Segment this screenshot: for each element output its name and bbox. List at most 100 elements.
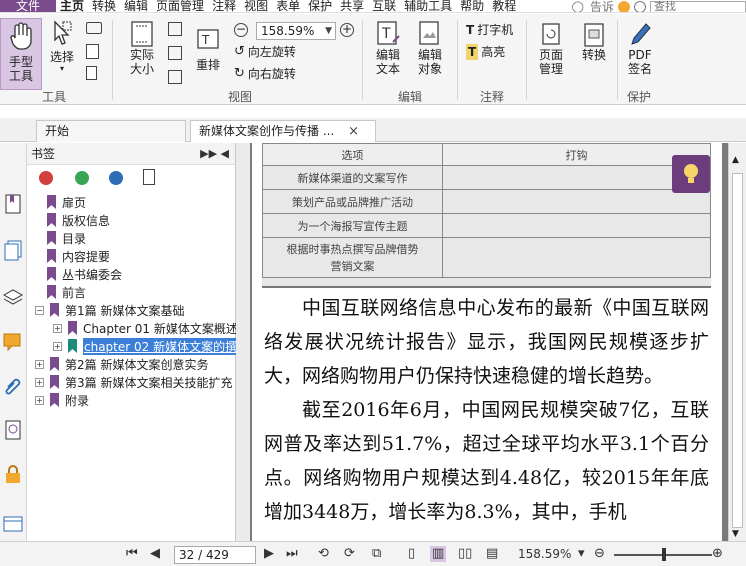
zoom-out-icon[interactable]: − — [234, 23, 248, 37]
zoom-in-icon[interactable]: ⊕ — [712, 546, 723, 562]
clipboard-icon[interactable] — [86, 44, 99, 59]
vertical-scrollbar[interactable]: ▲ ▼ — [728, 143, 746, 541]
bookmark-item[interactable]: + Chapter 01 新媒体文案概述 — [53, 319, 238, 337]
signature-panel-icon[interactable] — [2, 419, 24, 441]
zoom-input[interactable]: 158.59% ▼ — [256, 22, 336, 40]
edit-object-button[interactable]: 编辑 对象 — [410, 20, 450, 76]
menu-comment[interactable]: 注释 — [208, 0, 240, 12]
previous-view-icon[interactable]: ⟲ — [318, 546, 329, 562]
content-panel-icon[interactable] — [2, 513, 24, 535]
scroll-up-icon[interactable]: ▲ — [732, 155, 739, 165]
typewriter-button[interactable]: T 打字机 — [466, 22, 513, 38]
edit-text-button[interactable]: T 编辑 文本 — [370, 20, 406, 76]
menu-help[interactable]: 帮助 — [456, 0, 488, 12]
bookmark-item[interactable]: + 附录 — [35, 391, 89, 409]
bookmark-options-icon[interactable] — [143, 169, 155, 185]
menu-view[interactable]: 视图 — [240, 0, 272, 12]
bookmark-item[interactable]: − 第1篇 新媒体文案基础 — [35, 301, 184, 319]
rotate-left-button[interactable]: ↺ 向左旋转 — [234, 44, 296, 60]
tell-me[interactable]: 告诉 — [586, 1, 618, 13]
bookmark-item[interactable]: + 第2篇 新媒体文案创意实务 — [35, 355, 208, 373]
pages-thumbnail-icon[interactable] — [2, 239, 24, 261]
continuous-page-icon[interactable]: ▥ — [430, 546, 447, 562]
last-page-icon[interactable]: ⏭ — [286, 546, 298, 562]
rotate-right-button[interactable]: ↻ 向右旋转 — [234, 66, 296, 82]
expand-icon[interactable]: + — [53, 323, 62, 333]
table-cell: 根据时事热点撰写品牌借势 营销文案 — [262, 237, 443, 278]
delete-bookmark-icon[interactable] — [39, 171, 53, 185]
bookmark-item[interactable]: + 第3篇 新媒体文案相关技能扩充 — [35, 373, 232, 391]
menu-tutorial[interactable]: 教程 — [488, 0, 520, 12]
page-number-input[interactable]: 32 / 429 — [174, 546, 256, 564]
menu-form[interactable]: 表单 — [272, 0, 304, 12]
facing-page-icon[interactable]: ▯▯ — [458, 546, 472, 562]
fit-page-icon[interactable] — [168, 22, 182, 36]
chevron-down-icon[interactable]: ▾ — [578, 546, 585, 562]
zoom-out-icon[interactable]: ⊖ — [594, 546, 605, 562]
heart-icon[interactable] — [618, 0, 630, 12]
lightbulb-icon[interactable] — [672, 155, 710, 193]
convert-button[interactable]: 转换 — [576, 22, 612, 62]
previous-page-icon[interactable]: ◀ — [150, 546, 160, 562]
search-input[interactable]: 查找 — [650, 0, 746, 12]
expand-icon[interactable]: + — [35, 359, 44, 369]
reflow-view-icon[interactable]: ⧉ — [372, 546, 381, 562]
expand-icon[interactable]: + — [35, 377, 44, 387]
fit-width-icon[interactable] — [168, 46, 182, 60]
bookmark-panel-icon[interactable] — [2, 193, 24, 215]
next-view-icon[interactable]: ⟳ — [344, 546, 355, 562]
comments-icon[interactable] — [2, 331, 24, 353]
menu-home[interactable]: 主页 — [56, 0, 88, 12]
reflow-button[interactable]: T 重排 — [192, 28, 224, 72]
zoom-in-icon[interactable]: + — [340, 23, 354, 37]
page-management-button[interactable]: 页面 管理 — [532, 22, 570, 76]
tab-start[interactable]: 开始 — [36, 120, 186, 142]
panel-splitter[interactable] — [236, 143, 250, 541]
menu-convert[interactable]: 转换 — [88, 0, 120, 12]
bookmark-item[interactable]: 目录 — [47, 229, 86, 247]
menu-share[interactable]: 共享 — [336, 0, 368, 12]
bookmark-item[interactable]: 丛书编委会 — [47, 265, 122, 283]
menu-connect[interactable]: 互联 — [368, 0, 400, 12]
scroll-down-icon[interactable]: ▼ — [732, 529, 739, 539]
add-child-bookmark-icon[interactable] — [109, 171, 123, 185]
lock-icon[interactable] — [2, 463, 24, 485]
expand-icon[interactable]: + — [53, 341, 62, 351]
highlight-button[interactable]: T 高亮 — [466, 44, 505, 60]
hand-tool-button[interactable]: 手型 工具 — [0, 18, 42, 90]
bookmark-small-icon[interactable] — [86, 66, 97, 80]
scrollbar-thumb[interactable] — [732, 173, 743, 528]
document-view[interactable]: 选项 打钩 新媒体渠道的文案写作 策划产品或品牌推广活动 为一个海报写宣传主题 … — [250, 143, 728, 541]
panel-controls[interactable]: ▶▶ ◀ — [200, 143, 229, 165]
menu-accessibility[interactable]: 辅助工具 — [400, 0, 456, 12]
continuous-facing-icon[interactable]: ▤ — [486, 546, 498, 562]
collapse-icon[interactable]: − — [35, 305, 44, 315]
bookmark-item[interactable]: 内容提要 — [47, 247, 110, 265]
single-page-icon[interactable]: ▯ — [408, 546, 415, 562]
pdf-sign-button[interactable]: PDF 签名 — [622, 22, 658, 76]
bookmark-item[interactable]: + chapter 02 新媒体文案的撰写 — [53, 337, 251, 355]
menu-page-management[interactable]: 页面管理 — [152, 0, 208, 12]
bookmark-item[interactable]: 扉页 — [47, 193, 86, 211]
add-bookmark-icon[interactable] — [75, 171, 89, 185]
attachment-icon[interactable] — [2, 375, 24, 397]
menu-protect[interactable]: 保护 — [304, 0, 336, 12]
document-body: 中国互联网络信息中心发布的最新《中国互联网络发展状况统计报告》显示，我国网民规模… — [264, 291, 709, 529]
select-button[interactable]: 选择 ▾ — [46, 20, 78, 74]
zoom-slider-thumb[interactable] — [662, 548, 666, 561]
next-page-icon[interactable]: ▶ — [264, 546, 274, 562]
menu-file[interactable]: 文件 — [0, 0, 56, 12]
bookmark-item[interactable]: 版权信息 — [47, 211, 110, 229]
fit-visible-icon[interactable] — [168, 70, 182, 84]
bookmark-item[interactable]: 前言 — [47, 283, 86, 301]
tab-document[interactable]: 新媒体文案创作与传播 ... × — [190, 120, 376, 142]
user-icon[interactable] — [634, 0, 646, 12]
expand-icon[interactable]: + — [35, 395, 44, 405]
first-page-icon[interactable]: ⏮ — [126, 546, 138, 562]
lightbulb-icon[interactable]: ◯ — [572, 0, 584, 12]
actual-size-button[interactable]: 实际 大小 — [124, 20, 160, 76]
menu-edit[interactable]: 编辑 — [120, 0, 152, 12]
snapshot-icon[interactable] — [86, 22, 102, 34]
close-icon[interactable]: × — [348, 124, 359, 139]
layers-icon[interactable] — [2, 285, 24, 307]
